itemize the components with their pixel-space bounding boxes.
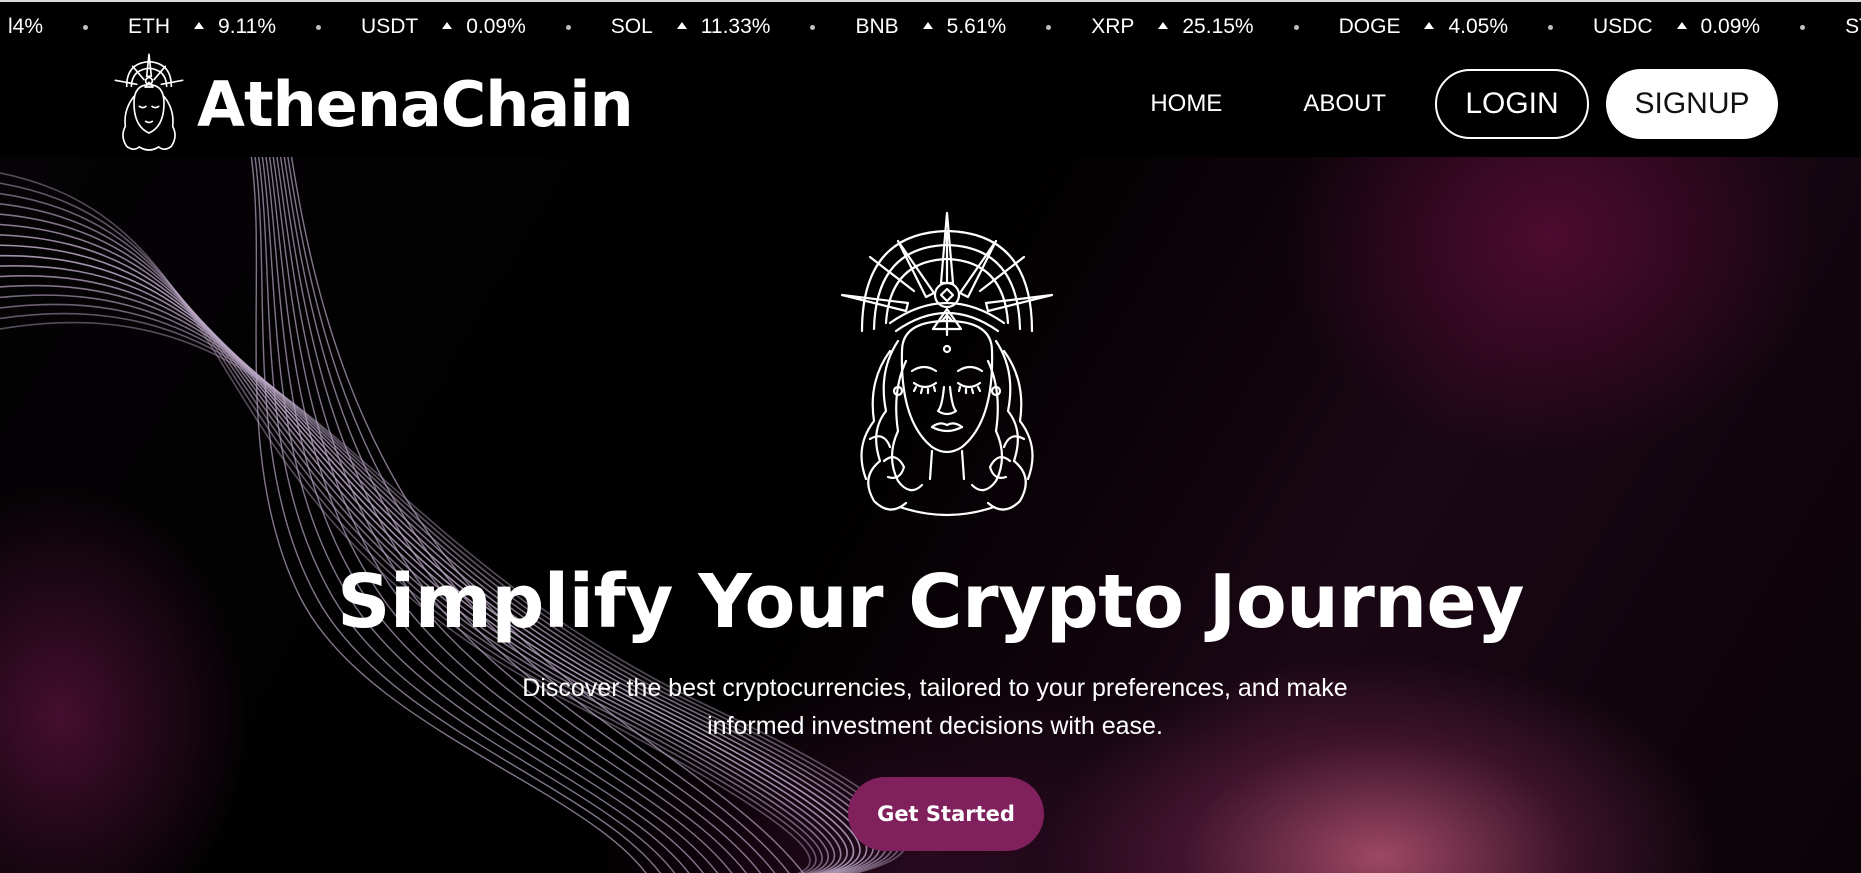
get-started-button[interactable]: Get Started <box>848 777 1044 851</box>
ticker-item-xrp: XRP 25.15% <box>1091 14 1253 40</box>
separator-dot-icon <box>1293 24 1299 30</box>
wave-line <box>0 223 842 873</box>
ticker-item-sol: SOL 11.33% <box>611 14 771 40</box>
ticker-item-bnb: BNB 5.61% <box>855 14 1006 40</box>
ticker-change: 11.33% <box>700 15 771 38</box>
ticker-symbol: ETH <box>128 15 171 38</box>
ticker-item-usdc: USDC 0.09% <box>1593 14 1760 40</box>
arrow-up-icon <box>1676 21 1687 29</box>
ticker-item-eth: ETH 9.11% <box>128 14 276 40</box>
ticker-change: 0.09% <box>466 15 526 38</box>
arrow-up-icon <box>194 21 205 29</box>
wave-line <box>265 157 705 873</box>
nav-home-link[interactable]: HOME <box>1150 90 1222 118</box>
separator-dot-icon <box>565 24 571 30</box>
brand-name: AthenaChain <box>197 68 634 141</box>
separator-dot-icon <box>83 24 89 30</box>
separator-dot-icon <box>316 24 322 30</box>
hero-section: Simplify Your Crypto Journey Discover th… <box>0 157 1861 873</box>
ticker-change: 9.11% <box>218 15 277 38</box>
ticker-change: 25.15% <box>1182 15 1254 38</box>
main-nav: HOME ABOUT LOGIN SIGNUP <box>1150 69 1778 139</box>
ticker-change: 0.09% <box>1700 15 1761 38</box>
brand-home-link[interactable]: AthenaChain <box>113 52 634 157</box>
ticker-item-doge: DOGE 4.05% <box>1339 14 1508 40</box>
ticker-symbol: SOL <box>610 15 653 38</box>
athena-emblem-icon <box>840 211 1054 517</box>
login-button[interactable]: LOGIN <box>1435 69 1589 139</box>
arrow-up-icon <box>442 21 453 29</box>
ticker-symbol: STETH <box>1845 15 1861 38</box>
ticker-symbol: DOGE <box>1338 15 1401 38</box>
separator-dot-icon <box>1548 24 1553 30</box>
athena-logo-icon <box>114 53 184 151</box>
wave-line <box>268 157 719 873</box>
wave-line <box>257 157 676 873</box>
wave-line <box>254 157 662 873</box>
site-header: AthenaChain HOME ABOUT LOGIN SIGNUP <box>0 52 1861 157</box>
nav-about-link[interactable]: ABOUT <box>1303 90 1386 118</box>
ticker-change: 4.05% <box>1448 15 1508 38</box>
ticker-change: l4% <box>8 15 44 38</box>
wave-line <box>279 157 762 873</box>
arrow-up-icon <box>922 21 933 29</box>
separator-dot-icon <box>1800 24 1806 30</box>
ticker-change: 5.61% <box>946 15 1007 38</box>
ticker-track: l4% ETH 9.11% USDT 0.09% SOL 11.33% BNB … <box>8 14 1861 40</box>
ticker-symbol: USDC <box>1593 15 1653 38</box>
ticker-symbol: USDT <box>361 15 419 38</box>
arrow-up-icon <box>1158 21 1169 29</box>
ticker-item-partial: l4% <box>8 14 43 40</box>
crypto-ticker: l4% ETH 9.11% USDT 0.09% SOL 11.33% BNB … <box>0 0 1861 52</box>
wave-line <box>0 203 830 873</box>
wave-line <box>272 157 733 873</box>
hero-title: Simplify Your Crypto Journey <box>337 559 1524 645</box>
separator-dot-icon <box>1046 24 1052 30</box>
signup-button[interactable]: SIGNUP <box>1606 69 1778 139</box>
wave-line <box>0 234 848 873</box>
ticker-symbol: XRP <box>1091 15 1135 38</box>
ticker-item-usdt: USDT 0.09% <box>361 14 526 40</box>
hero-subtitle: Discover the best cryptocurrencies, tail… <box>522 674 1348 740</box>
arrow-up-icon <box>1424 21 1435 29</box>
ticker-item-steth: STETH <box>1845 14 1861 40</box>
separator-dot-icon <box>810 24 816 30</box>
ticker-symbol: BNB <box>855 15 899 38</box>
arrow-up-icon <box>676 21 687 29</box>
